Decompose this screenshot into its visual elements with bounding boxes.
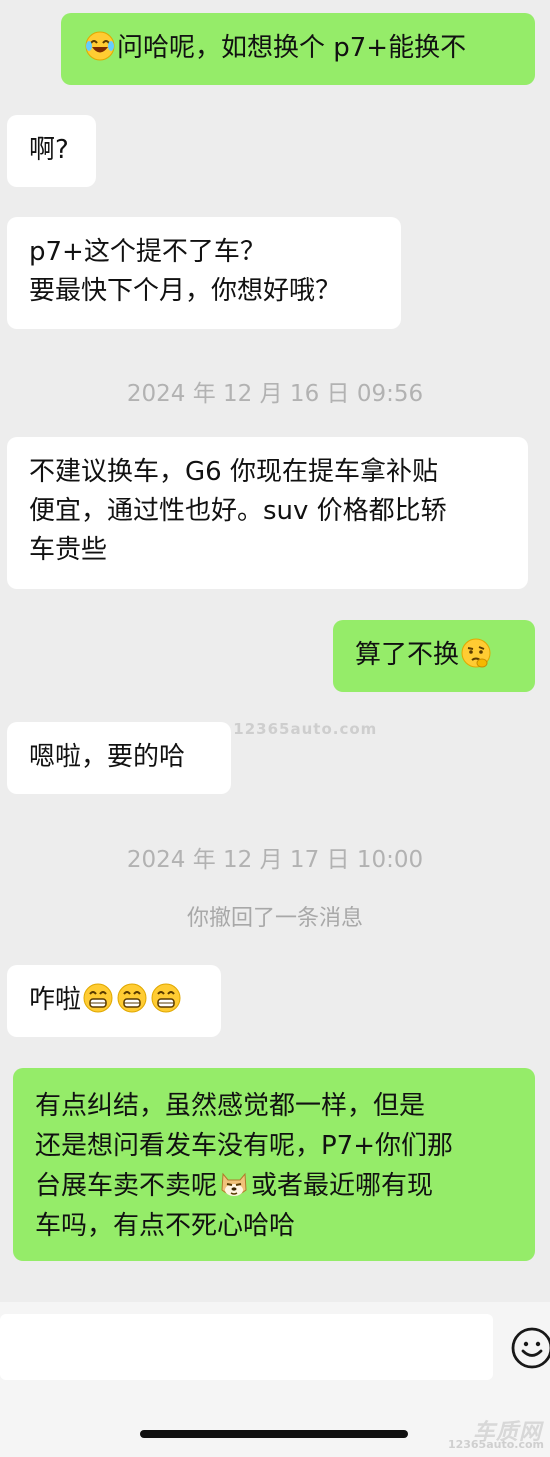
- chat-bubble-sent[interactable]: 算了不换: [333, 620, 535, 692]
- message-line: 还是想问看发车没有呢，P7+你们那: [35, 1131, 454, 1161]
- message-input[interactable]: [0, 1314, 493, 1380]
- home-indicator[interactable]: [140, 1430, 408, 1438]
- message-line: 有点纠结，虽然感觉都一样，但是: [35, 1091, 426, 1121]
- message-text: 咋啦: [29, 985, 82, 1015]
- grin-emoji-icon: [117, 983, 147, 1013]
- chat-bubble-received[interactable]: 啊?: [7, 115, 96, 187]
- chat-bubble-sent[interactable]: 问哈呢，如想换个 p7+能换不: [61, 13, 535, 85]
- input-bar: [0, 1302, 550, 1392]
- message-text: 嗯啦，要的哈: [29, 742, 186, 772]
- timestamp: 2024 年 12 月 17 日 10:00: [126, 847, 424, 873]
- grin-emoji-icon: [83, 983, 113, 1013]
- message-text: 算了不换: [355, 640, 460, 670]
- timestamp: 2024 年 12 月 16 日 09:56: [126, 381, 424, 407]
- message-line: 台展车卖不卖呢 或者最近哪有现: [35, 1166, 513, 1206]
- recall-notice: 你撤回了一条消息: [186, 906, 363, 931]
- laughing-tears-emoji-icon: [85, 31, 115, 61]
- chat-bubble-sent[interactable]: 有点纠结，虽然感觉都一样，但是 还是想问看发车没有呢，P7+你们那 台展车卖不卖…: [13, 1068, 535, 1261]
- logo-subtitle: 12365auto.com: [447, 1438, 544, 1451]
- message-text: 啊?: [29, 135, 69, 165]
- message-line-part: 或者最近哪有现: [251, 1171, 434, 1201]
- message-text: 问哈呢，如想换个 p7+能换不: [117, 33, 467, 63]
- site-logo-watermark: 车质网 12365auto.com: [448, 1410, 550, 1457]
- chat-bubble-received[interactable]: 咋啦: [7, 965, 221, 1037]
- message-line: 车吗，有点不死心哈哈: [35, 1211, 296, 1241]
- message-text: p7+这个提不了车？ 要最快下个月，你想好哦？: [29, 237, 342, 306]
- message-text: 不建议换车，G6 你现在提车拿补贴 便宜，通过性也好。suv 价格都比轿 车贵些: [29, 457, 447, 565]
- message-line-part: 台展车卖不卖呢: [35, 1171, 218, 1201]
- chat-bubble-received[interactable]: p7+这个提不了车？ 要最快下个月，你想好哦？: [7, 217, 401, 329]
- grin-emoji-icon: [151, 983, 181, 1013]
- thinking-emoji-icon: [461, 638, 491, 668]
- smiley-face-icon[interactable]: [510, 1326, 550, 1370]
- chat-bubble-received[interactable]: 不建议换车，G6 你现在提车拿补贴 便宜，通过性也好。suv 价格都比轿 车贵些: [7, 437, 528, 589]
- doge-emoji-icon: [221, 1172, 247, 1196]
- chat-bubble-received[interactable]: 嗯啦，要的哈: [7, 722, 231, 794]
